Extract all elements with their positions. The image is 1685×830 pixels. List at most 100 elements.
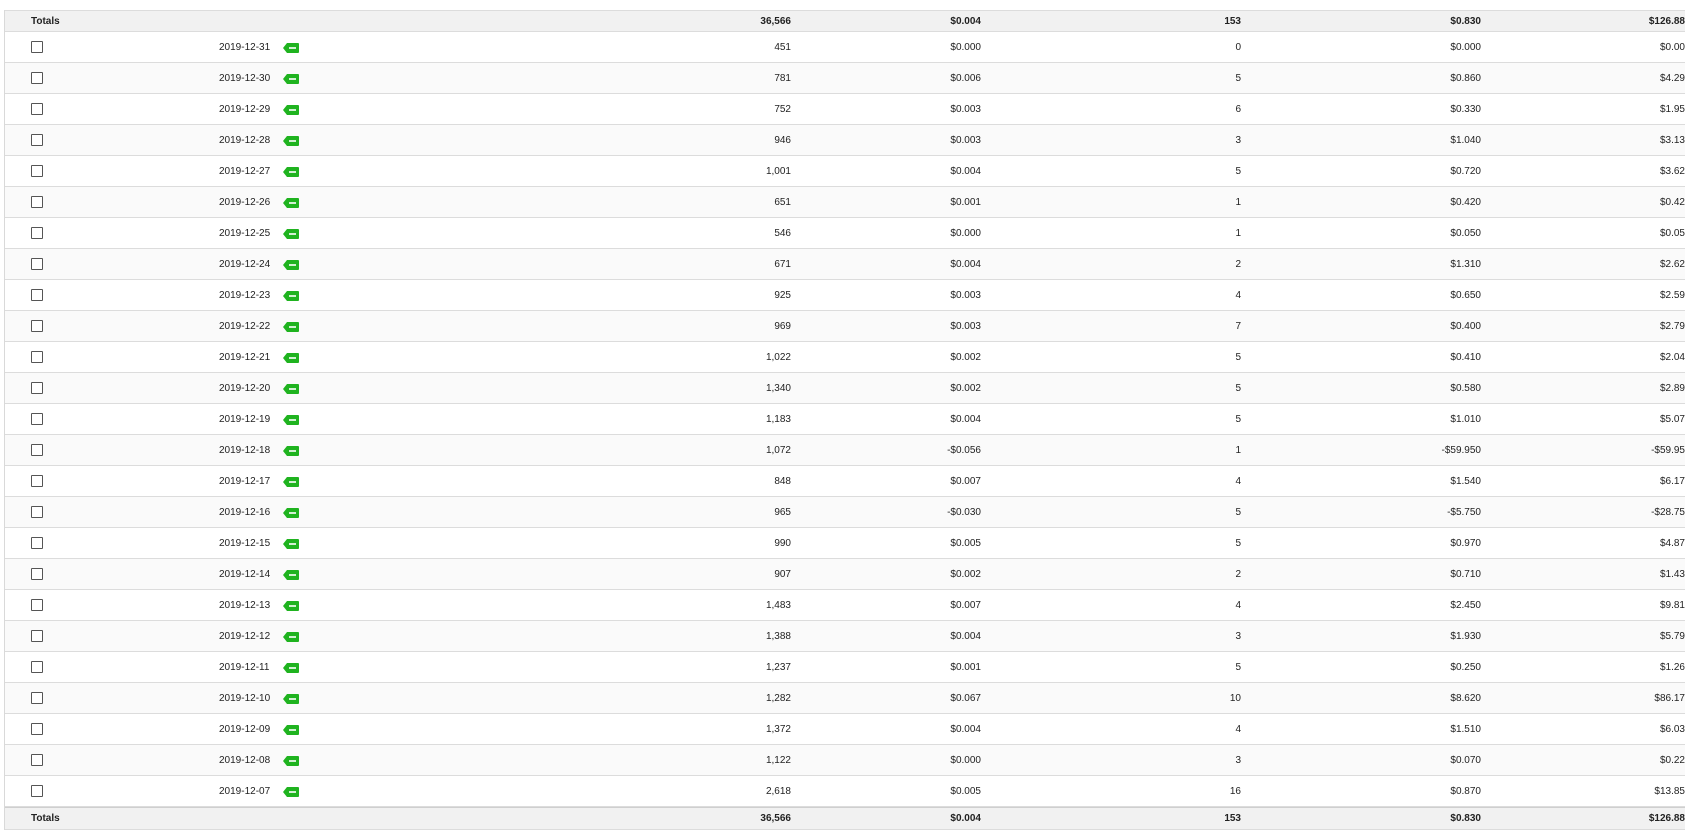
table-row[interactable]: 2019-12-20 1,340 $0.002 5 $0.580 $2.89	[5, 373, 1685, 404]
row-checkbox[interactable]	[31, 72, 43, 84]
row-checkbox[interactable]	[31, 537, 43, 549]
table-row[interactable]: 2019-12-26 651 $0.001 1 $0.420 $0.42	[5, 187, 1685, 218]
row-select-cell[interactable]	[31, 63, 45, 93]
row-tag-cell[interactable]	[283, 497, 299, 527]
row-select-cell[interactable]	[31, 590, 45, 620]
row-select-cell[interactable]	[31, 311, 45, 341]
row-tag-cell[interactable]	[283, 714, 299, 744]
table-row[interactable]: 2019-12-14 907 $0.002 2 $0.710 $1.43	[5, 559, 1685, 590]
green-tag-icon[interactable]	[283, 353, 299, 363]
table-row[interactable]: 2019-12-28 946 $0.003 3 $1.040 $3.13	[5, 125, 1685, 156]
row-select-cell[interactable]	[31, 683, 45, 713]
table-row[interactable]: 2019-12-31 451 $0.000 0 $0.000 $0.00	[5, 32, 1685, 63]
table-row[interactable]: 2019-12-19 1,183 $0.004 5 $1.010 $5.07	[5, 404, 1685, 435]
row-checkbox[interactable]	[31, 227, 43, 239]
green-tag-icon[interactable]	[283, 477, 299, 487]
table-row[interactable]: 2019-12-11 1,237 $0.001 5 $0.250 $1.26	[5, 652, 1685, 683]
row-tag-cell[interactable]	[283, 94, 299, 124]
row-checkbox[interactable]	[31, 103, 43, 115]
row-checkbox[interactable]	[31, 475, 43, 487]
row-tag-cell[interactable]	[283, 156, 299, 186]
row-checkbox[interactable]	[31, 568, 43, 580]
green-tag-icon[interactable]	[283, 508, 299, 518]
row-tag-cell[interactable]	[283, 404, 299, 434]
row-checkbox[interactable]	[31, 165, 43, 177]
row-checkbox[interactable]	[31, 413, 43, 425]
row-checkbox[interactable]	[31, 41, 43, 53]
table-row[interactable]: 2019-12-13 1,483 $0.007 4 $2.450 $9.81	[5, 590, 1685, 621]
table-row[interactable]: 2019-12-24 671 $0.004 2 $1.310 $2.62	[5, 249, 1685, 280]
green-tag-icon[interactable]	[283, 229, 299, 239]
row-select-cell[interactable]	[31, 776, 45, 806]
row-checkbox[interactable]	[31, 196, 43, 208]
row-select-cell[interactable]	[31, 404, 45, 434]
row-checkbox[interactable]	[31, 289, 43, 301]
row-select-cell[interactable]	[31, 745, 45, 775]
green-tag-icon[interactable]	[283, 136, 299, 146]
green-tag-icon[interactable]	[283, 384, 299, 394]
table-row[interactable]: 2019-12-12 1,388 $0.004 3 $1.930 $5.79	[5, 621, 1685, 652]
row-checkbox[interactable]	[31, 258, 43, 270]
row-tag-cell[interactable]	[283, 435, 299, 465]
row-tag-cell[interactable]	[283, 745, 299, 775]
table-row[interactable]: 2019-12-18 1,072 -$0.056 1 -$59.950 -$59…	[5, 435, 1685, 466]
green-tag-icon[interactable]	[283, 167, 299, 177]
row-tag-cell[interactable]	[283, 683, 299, 713]
row-select-cell[interactable]	[31, 94, 45, 124]
row-tag-cell[interactable]	[283, 590, 299, 620]
table-row[interactable]: 2019-12-22 969 $0.003 7 $0.400 $2.79	[5, 311, 1685, 342]
row-tag-cell[interactable]	[283, 187, 299, 217]
table-row[interactable]: 2019-12-30 781 $0.006 5 $0.860 $4.29	[5, 63, 1685, 94]
row-select-cell[interactable]	[31, 249, 45, 279]
table-row[interactable]: 2019-12-09 1,372 $0.004 4 $1.510 $6.03	[5, 714, 1685, 745]
green-tag-icon[interactable]	[283, 539, 299, 549]
row-tag-cell[interactable]	[283, 528, 299, 558]
green-tag-icon[interactable]	[283, 787, 299, 797]
row-select-cell[interactable]	[31, 435, 45, 465]
row-tag-cell[interactable]	[283, 280, 299, 310]
row-tag-cell[interactable]	[283, 776, 299, 806]
row-checkbox[interactable]	[31, 754, 43, 766]
table-row[interactable]: 2019-12-25 546 $0.000 1 $0.050 $0.05	[5, 218, 1685, 249]
row-select-cell[interactable]	[31, 373, 45, 403]
row-select-cell[interactable]	[31, 32, 45, 62]
row-tag-cell[interactable]	[283, 63, 299, 93]
row-checkbox[interactable]	[31, 444, 43, 456]
table-row[interactable]: 2019-12-08 1,122 $0.000 3 $0.070 $0.22	[5, 745, 1685, 776]
table-row[interactable]: 2019-12-10 1,282 $0.067 10 $8.620 $86.17	[5, 683, 1685, 714]
green-tag-icon[interactable]	[283, 663, 299, 673]
green-tag-icon[interactable]	[283, 74, 299, 84]
green-tag-icon[interactable]	[283, 43, 299, 53]
row-select-cell[interactable]	[31, 280, 45, 310]
row-checkbox[interactable]	[31, 382, 43, 394]
row-tag-cell[interactable]	[283, 32, 299, 62]
row-select-cell[interactable]	[31, 652, 45, 682]
green-tag-icon[interactable]	[283, 601, 299, 611]
table-row[interactable]: 2019-12-07 2,618 $0.005 16 $0.870 $13.85	[5, 776, 1685, 807]
row-select-cell[interactable]	[31, 528, 45, 558]
table-row[interactable]: 2019-12-16 965 -$0.030 5 -$5.750 -$28.75	[5, 497, 1685, 528]
green-tag-icon[interactable]	[283, 694, 299, 704]
row-checkbox[interactable]	[31, 692, 43, 704]
row-checkbox[interactable]	[31, 351, 43, 363]
green-tag-icon[interactable]	[283, 570, 299, 580]
table-row[interactable]: 2019-12-15 990 $0.005 5 $0.970 $4.87	[5, 528, 1685, 559]
row-tag-cell[interactable]	[283, 652, 299, 682]
row-checkbox[interactable]	[31, 661, 43, 673]
row-select-cell[interactable]	[31, 187, 45, 217]
row-tag-cell[interactable]	[283, 311, 299, 341]
row-select-cell[interactable]	[31, 125, 45, 155]
row-tag-cell[interactable]	[283, 373, 299, 403]
green-tag-icon[interactable]	[283, 322, 299, 332]
green-tag-icon[interactable]	[283, 198, 299, 208]
table-row[interactable]: 2019-12-23 925 $0.003 4 $0.650 $2.59	[5, 280, 1685, 311]
row-tag-cell[interactable]	[283, 559, 299, 589]
row-select-cell[interactable]	[31, 621, 45, 651]
row-select-cell[interactable]	[31, 342, 45, 372]
row-checkbox[interactable]	[31, 630, 43, 642]
green-tag-icon[interactable]	[283, 291, 299, 301]
green-tag-icon[interactable]	[283, 725, 299, 735]
green-tag-icon[interactable]	[283, 446, 299, 456]
green-tag-icon[interactable]	[283, 632, 299, 642]
table-row[interactable]: 2019-12-29 752 $0.003 6 $0.330 $1.95	[5, 94, 1685, 125]
